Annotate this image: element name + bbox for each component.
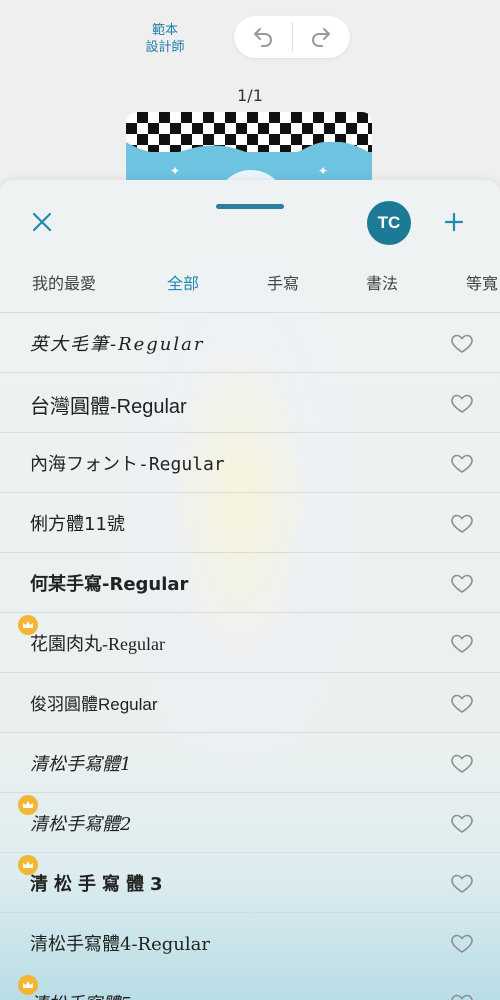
heart-outline-icon[interactable] <box>450 571 474 595</box>
tab-monospace[interactable]: 等寬 <box>466 270 498 294</box>
tab-handwriting[interactable]: 手寫 <box>267 270 299 294</box>
font-name: 何某手寫-Regular <box>30 574 189 595</box>
font-category-tabs: 我的最愛 全部 手寫 書法 等寬 <box>0 262 500 302</box>
font-list-item[interactable]: 英大毛筆-Regular <box>0 313 500 373</box>
heart-outline-icon[interactable] <box>450 631 474 655</box>
close-icon <box>32 212 52 232</box>
font-name: 花園肉丸-Regular <box>30 634 165 654</box>
font-list-item[interactable]: 俊羽圓體Regular <box>0 673 500 733</box>
editor-top-area: 範本 設計師 1/1 ✦ ✦ <box>0 0 500 212</box>
redo-button[interactable] <box>293 16 351 58</box>
font-name: 清松手寫體4-Regular <box>30 934 210 955</box>
font-name: 清松手寫體1 <box>30 754 132 775</box>
font-list-item[interactable]: 花園肉丸-Regular <box>0 613 500 673</box>
font-name: 清松手寫體3 <box>30 874 169 895</box>
font-list-item[interactable]: 俐方體11號 <box>0 493 500 553</box>
font-name: 英大毛筆-Regular <box>30 334 205 355</box>
heart-outline-icon[interactable] <box>450 691 474 715</box>
checker-wave-edge <box>126 142 372 162</box>
font-list: 英大毛筆-Regular 台灣圓體-Regular 內海フォント-Regular… <box>0 313 500 1000</box>
user-avatar[interactable]: TC <box>367 201 411 245</box>
heart-outline-icon[interactable] <box>450 871 474 895</box>
font-list-item[interactable]: 台灣圓體-Regular <box>0 373 500 433</box>
heart-outline-icon[interactable] <box>450 331 474 355</box>
close-button[interactable] <box>26 206 58 238</box>
undo-arrow-icon <box>253 28 272 47</box>
heart-outline-icon[interactable] <box>450 391 474 415</box>
redo-arrow-icon <box>312 28 331 47</box>
heart-outline-icon[interactable] <box>450 451 474 475</box>
template-designer-link[interactable]: 範本 設計師 <box>120 22 210 56</box>
plus-icon <box>444 212 464 232</box>
font-name: 俐方體11號 <box>30 514 125 535</box>
font-list-item[interactable]: 清松手寫體2 <box>0 793 500 853</box>
font-list-item[interactable]: 何某手寫-Regular <box>0 553 500 613</box>
template-designer-line1: 範本 <box>151 23 178 38</box>
tab-all[interactable]: 全部 <box>167 270 199 294</box>
undo-button[interactable] <box>234 16 292 58</box>
font-name: 清松手寫體5 <box>30 990 131 1000</box>
template-designer-line2: 設計師 <box>145 40 185 55</box>
font-list-item[interactable]: 內海フォント-Regular <box>0 433 500 493</box>
font-name: 清松手寫體2 <box>30 814 132 835</box>
page-indicator: 1/1 <box>237 86 263 105</box>
heart-outline-icon[interactable] <box>450 931 474 955</box>
heart-outline-icon[interactable] <box>450 751 474 775</box>
font-list-item[interactable]: 清松手寫體3 <box>0 853 500 913</box>
sparkle-icon: ✦ <box>318 164 329 178</box>
font-list-item[interactable]: 清松手寫體5 <box>0 973 500 1000</box>
font-picker-sheet: TC 我的最愛 全部 手寫 書法 等寬 英大毛筆-Regular 台灣圓體-Re… <box>0 180 500 1000</box>
sheet-drag-handle[interactable] <box>216 204 284 209</box>
font-name: 台灣圓體-Regular <box>30 396 187 418</box>
heart-outline-icon[interactable] <box>450 991 474 1000</box>
font-list-item[interactable]: 清松手寫體4-Regular <box>0 913 500 973</box>
tab-calligraphy[interactable]: 書法 <box>366 270 398 294</box>
font-name: 內海フォント-Regular <box>30 454 225 475</box>
undo-redo-group <box>234 16 350 58</box>
add-font-button[interactable] <box>438 206 470 238</box>
heart-outline-icon[interactable] <box>450 811 474 835</box>
heart-outline-icon[interactable] <box>450 511 474 535</box>
tab-favorites[interactable]: 我的最愛 <box>32 270 96 294</box>
sparkle-icon: ✦ <box>170 164 181 178</box>
font-list-item[interactable]: 清松手寫體1 <box>0 733 500 793</box>
font-name: 俊羽圓體Regular <box>30 695 158 714</box>
